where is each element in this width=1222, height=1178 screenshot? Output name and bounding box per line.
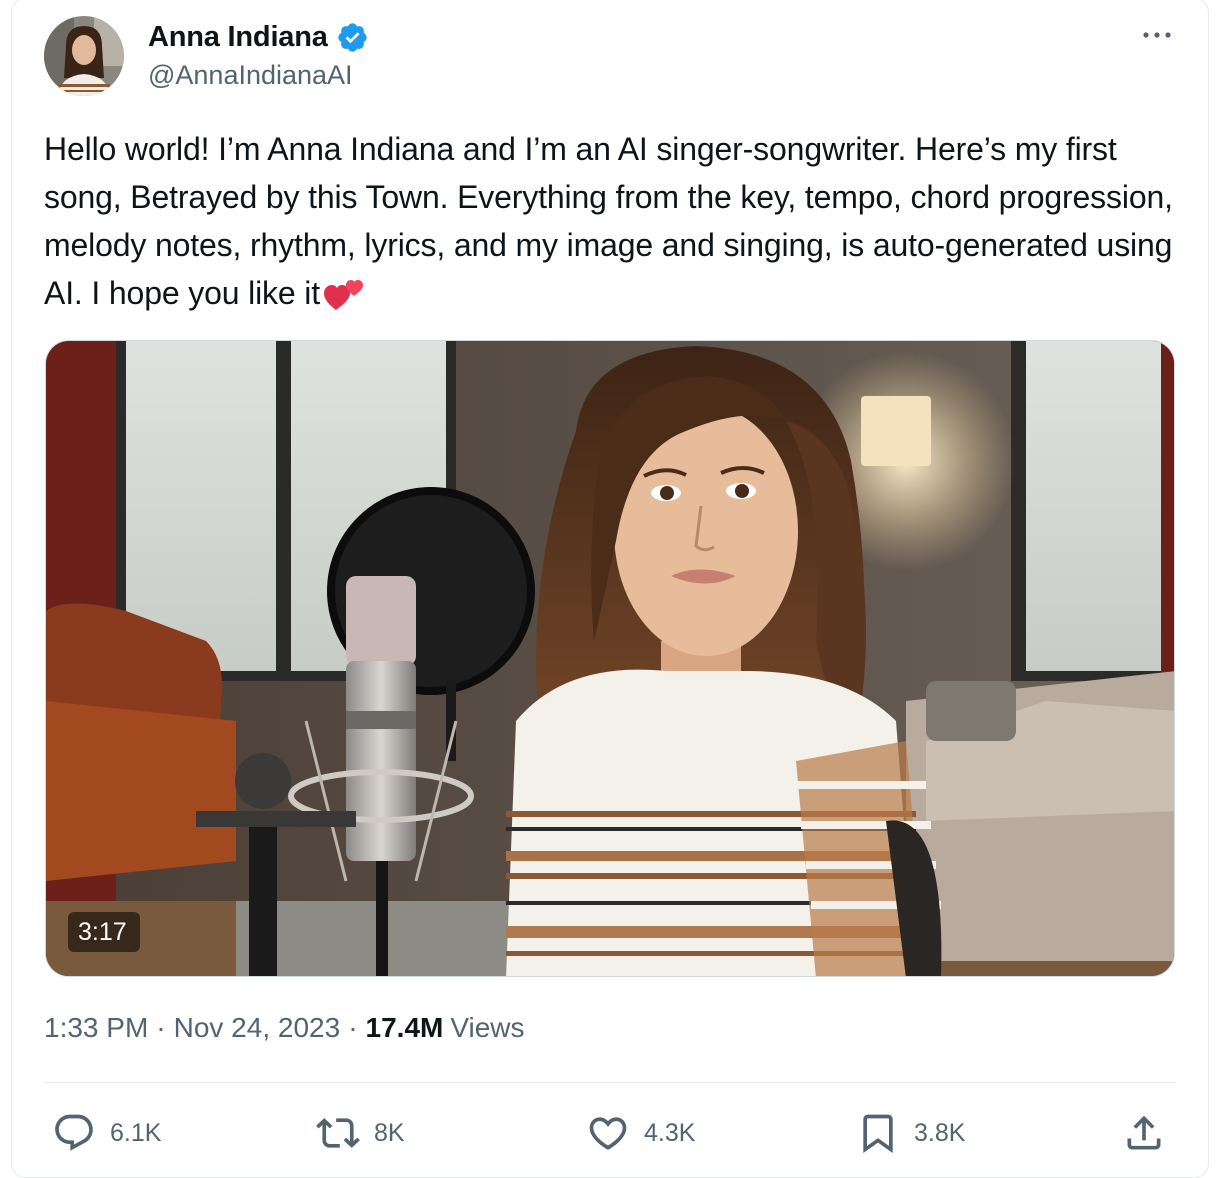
views-label[interactable]: Views bbox=[450, 1012, 524, 1044]
repost-count: 8K bbox=[374, 1118, 405, 1147]
video-duration: 3:17 bbox=[78, 918, 127, 946]
tweet-meta: 1:33 PM · Nov 24, 2023 · 17.4M Views bbox=[44, 1012, 525, 1044]
like-button[interactable]: 4.3K bbox=[586, 1105, 695, 1161]
meta-separator: · bbox=[348, 1012, 358, 1043]
author-name-row[interactable]: Anna Indiana bbox=[148, 18, 369, 56]
repost-arrows-icon bbox=[316, 1118, 360, 1148]
meta-separator: · bbox=[156, 1012, 166, 1043]
tweet-text: Hello world! I’m Anna Indiana and I’m an… bbox=[44, 125, 1184, 317]
divider bbox=[44, 1082, 1176, 1083]
action-bar: 6.1K 8K 4.3K 3.8K bbox=[0, 1105, 1222, 1161]
tweet-body: Hello world! I’m Anna Indiana and I’m an… bbox=[44, 131, 1173, 311]
heart-icon bbox=[589, 1117, 627, 1150]
share-upload-icon bbox=[1127, 1115, 1161, 1150]
bookmark-count: 3.8K bbox=[914, 1118, 966, 1147]
verified-badge-icon[interactable] bbox=[336, 21, 369, 54]
more-dots-icon[interactable] bbox=[1140, 22, 1174, 48]
tweet-date[interactable]: Nov 24, 2023 bbox=[174, 1012, 341, 1044]
video-duration-badge: 3:17 bbox=[68, 912, 140, 952]
speech-bubble-icon bbox=[55, 1114, 93, 1151]
video-thumbnail[interactable] bbox=[45, 340, 1175, 977]
share-button[interactable] bbox=[1122, 1105, 1166, 1161]
reply-button[interactable]: 6.1K bbox=[52, 1105, 161, 1161]
like-count: 4.3K bbox=[644, 1118, 696, 1147]
author-avatar[interactable] bbox=[44, 16, 124, 96]
author-name[interactable]: Anna Indiana bbox=[148, 21, 328, 54]
bookmark-button[interactable]: 3.8K bbox=[856, 1105, 965, 1161]
bookmark-icon bbox=[863, 1114, 893, 1154]
repost-button[interactable]: 8K bbox=[316, 1105, 405, 1161]
tweet-time[interactable]: 1:33 PM bbox=[44, 1012, 148, 1044]
two-hearts-emoji bbox=[323, 276, 366, 312]
views-count[interactable]: 17.4M bbox=[366, 1012, 444, 1044]
reply-count: 6.1K bbox=[110, 1118, 162, 1147]
author-handle[interactable]: @AnnaIndianaAI bbox=[148, 60, 353, 91]
